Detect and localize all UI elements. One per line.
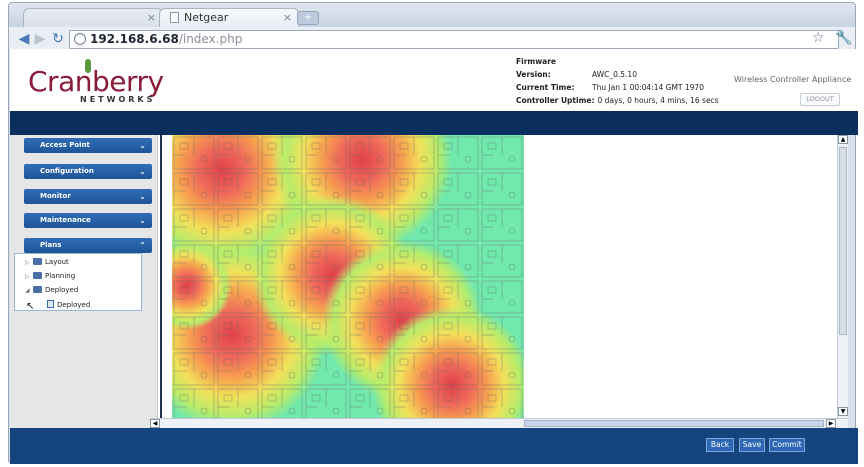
- sidebar-item-monitor[interactable]: Monitor ⌄: [24, 189, 152, 204]
- chevron-down-icon: ⌄: [139, 192, 146, 201]
- logo-mark-icon: [85, 59, 91, 73]
- tree-item-label: Planning: [45, 272, 76, 280]
- sidebar-item-maintenance[interactable]: Maintenance ⌄: [24, 213, 152, 228]
- heatmap-svg: [172, 135, 524, 425]
- chevron-up-icon: ⌃: [139, 241, 146, 250]
- tree-item-layout[interactable]: ▷ Layout: [25, 258, 69, 266]
- commit-button[interactable]: Commit: [769, 438, 805, 452]
- tree-item-label: Deployed: [57, 301, 91, 309]
- tab-label: Netgear: [184, 11, 229, 24]
- sidebar-item-access-point[interactable]: Access Point ⌄: [24, 138, 152, 153]
- sidebar-item-label: Configuration: [40, 167, 94, 175]
- scroll-down-arrow-icon[interactable]: ▼: [838, 407, 848, 416]
- appliance-label: Wireless Controller Appliance: [734, 75, 852, 84]
- scroll-thumb[interactable]: [839, 147, 847, 335]
- page-icon: [170, 12, 179, 23]
- tree-item-label: Layout: [45, 258, 69, 266]
- tree-item-planning[interactable]: ▷ Planning: [25, 272, 75, 280]
- url-host: 192.168.6.68: [90, 32, 179, 46]
- firmware-label: Firmware Version:: [516, 57, 556, 79]
- scroll-right-arrow-icon[interactable]: ▶: [826, 419, 836, 428]
- tree-item-deployed-plan[interactable]: Deployed: [47, 300, 90, 309]
- sidebar-item-configuration[interactable]: Configuration ⌄: [24, 164, 152, 179]
- browser-toolbar: ◀ ▶ ↻ 192.168.6.68/index.php ☆ 🔧: [9, 27, 855, 51]
- url-path: /index.php: [178, 32, 243, 46]
- logo-text: Cranberry: [28, 65, 164, 98]
- sidebar-item-label: Monitor: [40, 192, 71, 200]
- tab-blank[interactable]: ×: [23, 8, 163, 27]
- sidebar-item-label: Plans: [40, 241, 62, 249]
- folder-icon: [33, 286, 42, 293]
- uptime-value: 0 days, 0 hours, 4 mins, 16 secs: [597, 96, 719, 105]
- tree-item-deployed[interactable]: ◢ Deployed: [25, 286, 78, 294]
- folder-icon: [33, 258, 42, 265]
- scroll-left-arrow-icon[interactable]: ◀: [150, 419, 160, 428]
- wrench-icon[interactable]: 🔧: [835, 30, 852, 46]
- expand-arrow-icon[interactable]: ▷: [25, 259, 33, 266]
- heatmap-floorplan[interactable]: [172, 135, 524, 425]
- tab-strip: × Netgear × +: [9, 3, 855, 27]
- folder-icon: [33, 272, 42, 279]
- address-bar[interactable]: 192.168.6.68/index.php: [69, 30, 839, 49]
- firmware-value: AWC_0.5.10: [592, 70, 637, 79]
- reload-icon[interactable]: ↻: [49, 30, 67, 48]
- uptime-label: Controller Uptime:: [516, 96, 595, 105]
- tab-netgear[interactable]: Netgear ×: [159, 8, 299, 27]
- time-label: Current Time:: [516, 83, 575, 92]
- header-bar: [10, 111, 858, 135]
- tree-item-label: Deployed: [45, 286, 79, 294]
- scroll-thumb[interactable]: [524, 420, 824, 427]
- chevron-down-icon: ⌄: [139, 167, 146, 176]
- page-icon: [47, 300, 54, 308]
- sidebar-item-plans[interactable]: Plans ⌃: [24, 238, 152, 253]
- logo-subtext: NETWORKS: [80, 95, 156, 104]
- new-tab-button[interactable]: +: [297, 11, 319, 25]
- collapse-arrow-icon[interactable]: ◢: [25, 287, 33, 294]
- bookmark-star-icon[interactable]: ☆: [812, 30, 825, 46]
- save-button[interactable]: Save: [739, 438, 765, 452]
- globe-icon: [74, 33, 86, 45]
- chevron-down-icon: ⌄: [139, 216, 146, 225]
- scroll-up-arrow-icon[interactable]: ▲: [838, 135, 848, 144]
- back-button[interactable]: Back: [706, 438, 734, 452]
- logout-button[interactable]: LOGOUT: [800, 93, 840, 106]
- vertical-scrollbar[interactable]: ▲ ▼: [837, 135, 848, 418]
- screen: × Netgear × + ◀ ▶ ↻ 192.168.6.68/index.p…: [0, 0, 864, 467]
- expand-arrow-icon[interactable]: ▷: [25, 273, 33, 280]
- sidebar-item-label: Maintenance: [40, 216, 91, 224]
- horizontal-scrollbar[interactable]: ◀ ▶: [150, 418, 848, 428]
- sidebar-item-label: Access Point: [40, 141, 90, 149]
- chevron-down-icon: ⌄: [139, 141, 146, 150]
- status-info: Firmware Version: AWC_0.5.10 Current Time…: [516, 55, 719, 107]
- map-left-border: [160, 135, 162, 427]
- time-value: Thu Jan 1 00:04:14 GMT 1970: [592, 83, 704, 92]
- mouse-cursor-icon: ↖: [26, 301, 35, 312]
- forward-arrow-icon[interactable]: ▶: [31, 30, 49, 48]
- close-icon[interactable]: ×: [283, 9, 292, 27]
- app-header: Cranberry NETWORKS Firmware Version: AWC_…: [10, 49, 858, 111]
- close-icon[interactable]: ×: [147, 9, 156, 27]
- cranberry-logo: Cranberry NETWORKS: [28, 59, 164, 107]
